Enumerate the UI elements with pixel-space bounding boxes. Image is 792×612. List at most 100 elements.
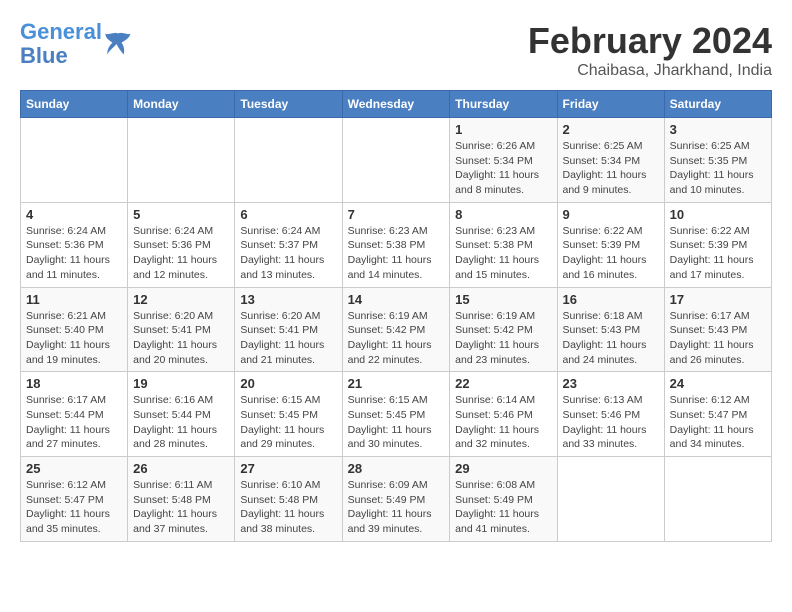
weekday-header-thursday: Thursday	[450, 91, 557, 118]
day-number: 26	[133, 461, 229, 476]
day-info: Sunrise: 6:23 AMSunset: 5:38 PMDaylight:…	[455, 224, 551, 283]
day-number: 15	[455, 292, 551, 307]
calendar-cell: 8 Sunrise: 6:23 AMSunset: 5:38 PMDaylight…	[450, 202, 557, 287]
day-info: Sunrise: 6:17 AMSunset: 5:43 PMDaylight:…	[670, 309, 766, 368]
day-info: Sunrise: 6:15 AMSunset: 5:45 PMDaylight:…	[240, 393, 336, 452]
day-number: 17	[670, 292, 766, 307]
logo-text: General Blue	[20, 20, 102, 68]
calendar-cell: 23 Sunrise: 6:13 AMSunset: 5:46 PMDayligh…	[557, 372, 664, 457]
calendar-cell: 25 Sunrise: 6:12 AMSunset: 5:47 PMDayligh…	[21, 457, 128, 542]
day-number: 16	[563, 292, 659, 307]
day-info: Sunrise: 6:21 AMSunset: 5:40 PMDaylight:…	[26, 309, 122, 368]
logo-general: General	[20, 19, 102, 44]
page-header: General Blue February 2024 Chaibasa, Jha…	[20, 20, 772, 80]
calendar-cell: 1 Sunrise: 6:26 AMSunset: 5:34 PMDaylight…	[450, 118, 557, 203]
day-number: 10	[670, 207, 766, 222]
weekday-header-wednesday: Wednesday	[342, 91, 450, 118]
day-info: Sunrise: 6:24 AMSunset: 5:36 PMDaylight:…	[26, 224, 122, 283]
calendar-header: SundayMondayTuesdayWednesdayThursdayFrid…	[21, 91, 772, 118]
weekday-header-monday: Monday	[128, 91, 235, 118]
calendar-cell	[664, 457, 771, 542]
day-number: 13	[240, 292, 336, 307]
day-info: Sunrise: 6:10 AMSunset: 5:48 PMDaylight:…	[240, 478, 336, 537]
day-info: Sunrise: 6:26 AMSunset: 5:34 PMDaylight:…	[455, 139, 551, 198]
day-info: Sunrise: 6:25 AMSunset: 5:34 PMDaylight:…	[563, 139, 659, 198]
day-number: 9	[563, 207, 659, 222]
calendar-cell	[235, 118, 342, 203]
day-info: Sunrise: 6:24 AMSunset: 5:37 PMDaylight:…	[240, 224, 336, 283]
day-number: 1	[455, 122, 551, 137]
calendar-cell: 5 Sunrise: 6:24 AMSunset: 5:36 PMDaylight…	[128, 202, 235, 287]
location-subtitle: Chaibasa, Jharkhand, India	[528, 62, 772, 80]
day-number: 21	[348, 376, 445, 391]
calendar-cell: 21 Sunrise: 6:15 AMSunset: 5:45 PMDayligh…	[342, 372, 450, 457]
day-number: 3	[670, 122, 766, 137]
calendar-cell: 10 Sunrise: 6:22 AMSunset: 5:39 PMDayligh…	[664, 202, 771, 287]
day-info: Sunrise: 6:12 AMSunset: 5:47 PMDaylight:…	[670, 393, 766, 452]
calendar-cell: 19Sunrise: 6:16 AMSunset: 5:44 PMDayligh…	[128, 372, 235, 457]
day-info: Sunrise: 6:22 AMSunset: 5:39 PMDaylight:…	[563, 224, 659, 283]
calendar-cell: 13 Sunrise: 6:20 AMSunset: 5:41 PMDayligh…	[235, 287, 342, 372]
calendar-cell	[21, 118, 128, 203]
day-info: Sunrise: 6:09 AMSunset: 5:49 PMDaylight:…	[348, 478, 445, 537]
day-info: Sunrise: 6:22 AMSunset: 5:39 PMDaylight:…	[670, 224, 766, 283]
day-number: 29	[455, 461, 551, 476]
day-info: Sunrise: 6:08 AMSunset: 5:49 PMDaylight:…	[455, 478, 551, 537]
day-info: Sunrise: 6:24 AMSunset: 5:36 PMDaylight:…	[133, 224, 229, 283]
day-number: 20	[240, 376, 336, 391]
calendar-week-1: 1 Sunrise: 6:26 AMSunset: 5:34 PMDaylight…	[21, 118, 772, 203]
calendar-cell: 12 Sunrise: 6:20 AMSunset: 5:41 PMDayligh…	[128, 287, 235, 372]
day-info: Sunrise: 6:20 AMSunset: 5:41 PMDaylight:…	[133, 309, 229, 368]
calendar-cell: 29 Sunrise: 6:08 AMSunset: 5:49 PMDayligh…	[450, 457, 557, 542]
day-number: 19	[133, 376, 229, 391]
calendar-cell: 11Sunrise: 6:21 AMSunset: 5:40 PMDayligh…	[21, 287, 128, 372]
logo: General Blue	[20, 20, 132, 68]
calendar-cell: 14Sunrise: 6:19 AMSunset: 5:42 PMDayligh…	[342, 287, 450, 372]
calendar-week-4: 18Sunrise: 6:17 AMSunset: 5:44 PMDayligh…	[21, 372, 772, 457]
day-number: 24	[670, 376, 766, 391]
day-number: 18	[26, 376, 122, 391]
calendar-cell	[557, 457, 664, 542]
day-number: 8	[455, 207, 551, 222]
calendar-cell: 16 Sunrise: 6:18 AMSunset: 5:43 PMDayligh…	[557, 287, 664, 372]
day-info: Sunrise: 6:15 AMSunset: 5:45 PMDaylight:…	[348, 393, 445, 452]
calendar-cell: 17 Sunrise: 6:17 AMSunset: 5:43 PMDayligh…	[664, 287, 771, 372]
day-number: 12	[133, 292, 229, 307]
day-info: Sunrise: 6:19 AMSunset: 5:42 PMDaylight:…	[348, 309, 445, 368]
calendar-cell: 15Sunrise: 6:19 AMSunset: 5:42 PMDayligh…	[450, 287, 557, 372]
calendar-week-5: 25 Sunrise: 6:12 AMSunset: 5:47 PMDayligh…	[21, 457, 772, 542]
weekday-header-sunday: Sunday	[21, 91, 128, 118]
day-info: Sunrise: 6:18 AMSunset: 5:43 PMDaylight:…	[563, 309, 659, 368]
day-number: 27	[240, 461, 336, 476]
day-number: 7	[348, 207, 445, 222]
title-block: February 2024 Chaibasa, Jharkhand, India	[528, 20, 772, 80]
day-number: 25	[26, 461, 122, 476]
day-number: 23	[563, 376, 659, 391]
day-number: 4	[26, 207, 122, 222]
day-info: Sunrise: 6:23 AMSunset: 5:38 PMDaylight:…	[348, 224, 445, 283]
calendar-cell: 28Sunrise: 6:09 AMSunset: 5:49 PMDayligh…	[342, 457, 450, 542]
day-info: Sunrise: 6:12 AMSunset: 5:47 PMDaylight:…	[26, 478, 122, 537]
calendar-cell: 26 Sunrise: 6:11 AMSunset: 5:48 PMDayligh…	[128, 457, 235, 542]
day-number: 2	[563, 122, 659, 137]
calendar-cell	[342, 118, 450, 203]
day-number: 22	[455, 376, 551, 391]
month-title: February 2024	[528, 20, 772, 62]
calendar-cell: 20 Sunrise: 6:15 AMSunset: 5:45 PMDayligh…	[235, 372, 342, 457]
calendar-body: 1 Sunrise: 6:26 AMSunset: 5:34 PMDaylight…	[21, 118, 772, 542]
day-info: Sunrise: 6:20 AMSunset: 5:41 PMDaylight:…	[240, 309, 336, 368]
day-info: Sunrise: 6:13 AMSunset: 5:46 PMDaylight:…	[563, 393, 659, 452]
calendar-table: SundayMondayTuesdayWednesdayThursdayFrid…	[20, 90, 772, 542]
days-of-week-row: SundayMondayTuesdayWednesdayThursdayFrid…	[21, 91, 772, 118]
calendar-cell: 9 Sunrise: 6:22 AMSunset: 5:39 PMDaylight…	[557, 202, 664, 287]
calendar-cell	[128, 118, 235, 203]
calendar-cell: 7 Sunrise: 6:23 AMSunset: 5:38 PMDaylight…	[342, 202, 450, 287]
weekday-header-saturday: Saturday	[664, 91, 771, 118]
day-info: Sunrise: 6:11 AMSunset: 5:48 PMDaylight:…	[133, 478, 229, 537]
day-number: 5	[133, 207, 229, 222]
day-info: Sunrise: 6:14 AMSunset: 5:46 PMDaylight:…	[455, 393, 551, 452]
calendar-week-3: 11Sunrise: 6:21 AMSunset: 5:40 PMDayligh…	[21, 287, 772, 372]
calendar-cell: 6Sunrise: 6:24 AMSunset: 5:37 PMDaylight…	[235, 202, 342, 287]
calendar-week-2: 4 Sunrise: 6:24 AMSunset: 5:36 PMDaylight…	[21, 202, 772, 287]
calendar-cell: 24 Sunrise: 6:12 AMSunset: 5:47 PMDayligh…	[664, 372, 771, 457]
